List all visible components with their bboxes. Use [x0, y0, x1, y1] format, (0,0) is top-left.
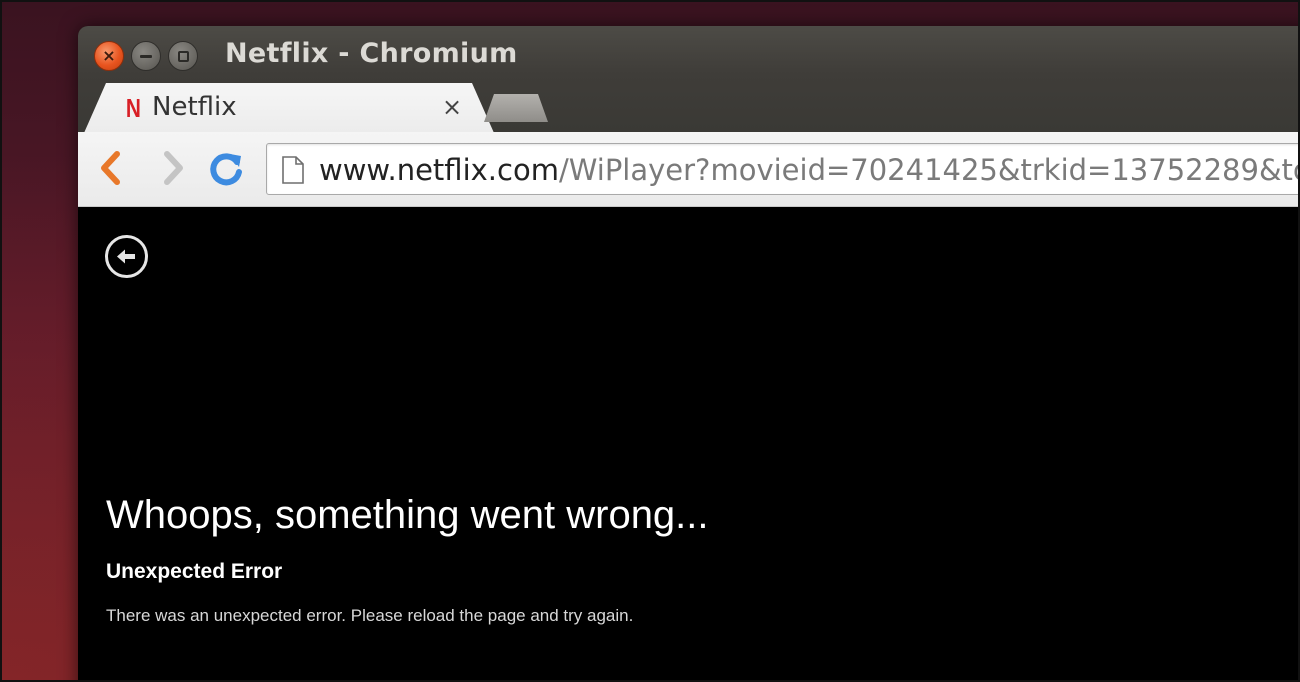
address-bar[interactable]: www.netflix.com/WiPlayer?movieid=7024142…: [266, 143, 1298, 195]
netflix-player: Whoops, something went wrong... Unexpect…: [78, 207, 1298, 680]
netflix-favicon-icon: N: [125, 93, 141, 123]
tab-title: Netflix: [152, 92, 237, 122]
url-text[interactable]: www.netflix.com/WiPlayer?movieid=7024142…: [319, 152, 1298, 188]
error-heading: Whoops, something went wrong...: [106, 493, 709, 537]
browser-window: × Netflix - Chromium N Netflix × www.net…: [78, 26, 1298, 680]
browser-toolbar: www.netflix.com/WiPlayer?movieid=7024142…: [78, 132, 1298, 207]
chevron-left-icon: [101, 151, 120, 185]
url-host: www.netflix.com: [319, 153, 559, 187]
document-icon: [282, 156, 304, 184]
window-title: Netflix - Chromium: [225, 38, 518, 69]
tab-close-button[interactable]: ×: [438, 93, 466, 121]
forward-button[interactable]: [152, 148, 192, 188]
window-close-button[interactable]: ×: [94, 41, 124, 71]
url-path: /WiPlayer?movieid=70241425&trkid=1375228…: [558, 153, 1298, 187]
tab-netflix[interactable]: N Netflix ×: [84, 83, 494, 133]
title-bar: × Netflix - Chromium N Netflix ×: [78, 26, 1298, 133]
window-minimize-button[interactable]: [131, 41, 161, 71]
screenshot-frame: × Netflix - Chromium N Netflix × www.net…: [0, 0, 1300, 682]
new-tab-button[interactable]: [484, 94, 548, 122]
chevron-right-icon: [164, 151, 183, 185]
back-button[interactable]: [92, 148, 132, 188]
error-subheading: Unexpected Error: [106, 560, 283, 583]
reload-icon: [210, 153, 242, 186]
maximize-icon: [177, 50, 189, 62]
reload-button[interactable]: [206, 148, 246, 188]
minimize-icon: [140, 54, 152, 58]
error-message: There was an unexpected error. Please re…: [106, 606, 634, 625]
arrow-left-circle-icon: [105, 235, 148, 278]
window-maximize-button[interactable]: [168, 41, 198, 71]
player-back-button[interactable]: [104, 234, 149, 279]
close-icon: ×: [102, 46, 116, 65]
